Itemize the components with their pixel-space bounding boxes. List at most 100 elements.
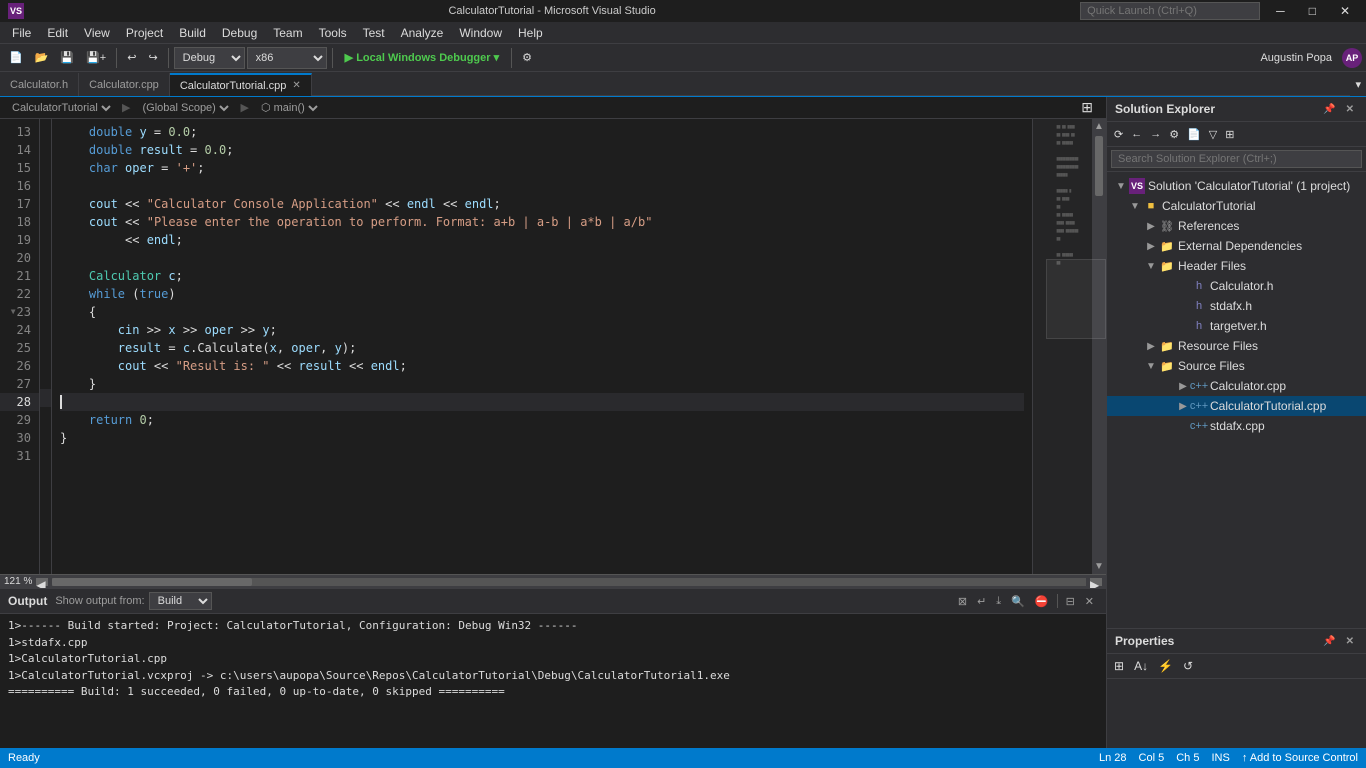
new-tab-button[interactable]: ▾ (1350, 73, 1366, 96)
sol-collapse-button[interactable]: ⊞ (1222, 126, 1237, 143)
references-expand-icon[interactable]: ▶ (1143, 221, 1159, 232)
sol-search-input[interactable] (1111, 150, 1362, 168)
prop-reset-button[interactable]: ↺ (1180, 657, 1196, 675)
tree-resource-files[interactable]: ▶ 📁 Resource Files (1107, 336, 1366, 356)
menu-help[interactable]: Help (510, 24, 551, 42)
output-stop-button[interactable]: ⛔ (1031, 593, 1053, 610)
tree-stdafx-h[interactable]: ▶ h stdafx.h (1107, 296, 1366, 316)
minimize-button[interactable]: ─ (1268, 4, 1293, 18)
scroll-left[interactable]: ◀ (36, 578, 48, 586)
menu-analyze[interactable]: Analyze (393, 24, 452, 42)
tree-calculatortutorial-cpp[interactable]: ▶ c++ CalculatorTutorial.cpp (1107, 396, 1366, 416)
menu-team[interactable]: Team (265, 24, 310, 42)
sol-forward-button[interactable]: → (1147, 126, 1164, 142)
sol-show-files-button[interactable]: 📄 (1184, 126, 1204, 143)
status-source-control[interactable]: ↑ Add to Source Control (1242, 752, 1358, 764)
restore-button[interactable]: □ (1301, 4, 1324, 18)
sol-pin-icon[interactable]: 📌 (1319, 102, 1339, 117)
output-source-select[interactable]: Build Debug (149, 592, 212, 610)
close-button[interactable]: ✕ (1332, 4, 1358, 18)
external-deps-expand-icon[interactable]: ▶ (1143, 241, 1159, 252)
tree-targetver-h[interactable]: ▶ h targetver.h (1107, 316, 1366, 336)
toolbar-misc1[interactable]: ⚙ (517, 48, 537, 67)
prop-pin-icon[interactable]: 📌 (1319, 634, 1339, 649)
tab-close-icon[interactable]: ✕ (292, 80, 300, 91)
output-scroll-button[interactable]: ⤓ (992, 593, 1005, 610)
code-scroll-area[interactable]: 13 14 15 16 17 18 19 20 21 22 ▼23 24 25 … (0, 119, 1106, 574)
platform-select[interactable]: x86 x64 (247, 47, 327, 69)
symbol-select[interactable]: ⬡ main() (257, 101, 321, 115)
menu-window[interactable]: Window (451, 24, 510, 42)
menu-tools[interactable]: Tools (311, 24, 355, 42)
project-scope-select[interactable]: CalculatorTutorial (8, 101, 114, 115)
line-num-25: 25 (0, 339, 39, 357)
tree-stdafx-cpp[interactable]: ▶ c++ stdafx.cpp (1107, 416, 1366, 436)
prop-events-button[interactable]: ⚡ (1155, 657, 1176, 675)
menu-build[interactable]: Build (171, 24, 214, 42)
toolbar-new[interactable]: 📄 (4, 48, 28, 67)
tab-calculator-cpp[interactable]: Calculator.cpp (79, 73, 170, 96)
toolbar-save-all[interactable]: 💾+ (81, 48, 111, 67)
scroll-thumb[interactable] (1095, 136, 1103, 196)
tree-external-deps[interactable]: ▶ 📁 External Dependencies (1107, 236, 1366, 256)
sol-filter-button[interactable]: ▽ (1206, 126, 1220, 143)
tree-source-files[interactable]: ▼ 📁 Source Files (1107, 356, 1366, 376)
calc-cpp-expand-icon[interactable]: ▶ (1175, 381, 1191, 392)
sol-sync-button[interactable]: ⟳ (1111, 126, 1126, 143)
user-avatar[interactable]: AP (1342, 48, 1362, 68)
scroll-down[interactable]: ▼ (1094, 561, 1104, 572)
run-button[interactable]: ▶ Local Windows Debugger ▾ (338, 48, 506, 67)
sol-back-button[interactable]: ← (1128, 126, 1145, 142)
tree-calculator-cpp[interactable]: ▶ c++ Calculator.cpp (1107, 376, 1366, 396)
menu-project[interactable]: Project (118, 24, 171, 42)
output-dock-button[interactable]: ⊟ (1062, 593, 1079, 610)
prop-categorized-button[interactable]: ⊞ (1111, 657, 1127, 675)
minimap: ██ ██ ████ ██ ████ ██ ██ ██████ ████████… (1032, 119, 1092, 574)
output-wrap-button[interactable]: ↵ (973, 593, 990, 610)
code-editor-content[interactable]: double y = 0.0; double result = 0.0; cha… (52, 119, 1032, 574)
prop-close-icon[interactable]: ✕ (1342, 634, 1358, 649)
toolbar-save[interactable]: 💾 (55, 48, 79, 67)
main-area: CalculatorTutorial ▶ (Global Scope) ▶ ⬡ … (0, 97, 1366, 748)
menu-view[interactable]: View (76, 24, 118, 42)
sol-close-icon[interactable]: ✕ (1342, 102, 1358, 117)
menu-file[interactable]: File (4, 24, 39, 42)
output-close-button[interactable]: ✕ (1081, 593, 1098, 610)
output-clear-button[interactable]: ⊠ (954, 593, 971, 610)
calctut-expand-icon[interactable]: ▶ (1175, 401, 1191, 412)
quick-launch-input[interactable] (1080, 2, 1260, 20)
scroll-right[interactable]: ▶ (1090, 578, 1102, 586)
debug-config-select[interactable]: Debug Release (174, 47, 245, 69)
header-files-expand-icon[interactable]: ▼ (1143, 261, 1159, 272)
tab-calculatortutorial-cpp[interactable]: CalculatorTutorial.cpp ✕ (170, 73, 312, 96)
tree-calculator-h[interactable]: ▶ h Calculator.h (1107, 276, 1366, 296)
tree-project[interactable]: ▼ ■ CalculatorTutorial (1107, 196, 1366, 216)
menu-edit[interactable]: Edit (39, 24, 76, 42)
output-find-button[interactable]: 🔍 (1007, 593, 1029, 610)
split-editor-button[interactable]: ⊞ (1076, 97, 1098, 119)
sol-props-button[interactable]: ⚙ (1166, 126, 1182, 143)
project-expand-icon[interactable]: ▼ (1127, 201, 1143, 212)
tree-header-files[interactable]: ▼ 📁 Header Files (1107, 256, 1366, 276)
line-num-13: 13 (0, 123, 39, 141)
scroll-up[interactable]: ▲ (1094, 121, 1104, 132)
indicator-column (40, 119, 52, 574)
prop-alphabetical-button[interactable]: A↓ (1131, 657, 1151, 675)
references-icon: ⛓ (1159, 218, 1175, 234)
tab-calculator-h[interactable]: Calculator.h (0, 73, 79, 96)
resource-files-expand-icon[interactable]: ▶ (1143, 341, 1159, 352)
menu-debug[interactable]: Debug (214, 24, 265, 42)
toolbar-undo[interactable]: ↩ (122, 48, 141, 67)
tree-solution[interactable]: ▼ VS Solution 'CalculatorTutorial' (1 pr… (1107, 176, 1366, 196)
toolbar-open[interactable]: 📂 (30, 48, 54, 67)
solution-expand-icon[interactable]: ▼ (1113, 181, 1129, 192)
vertical-scrollbar[interactable]: ▲ ▼ (1092, 119, 1106, 574)
h-scroll-thumb[interactable] (52, 578, 252, 586)
code-line-23: { (60, 303, 1024, 321)
tree-references[interactable]: ▶ ⛓ References (1107, 216, 1366, 236)
global-scope-select[interactable]: (Global Scope) (138, 101, 232, 115)
indicator-27 (40, 371, 51, 389)
source-files-expand-icon[interactable]: ▼ (1143, 361, 1159, 372)
menu-test[interactable]: Test (355, 24, 393, 42)
toolbar-redo[interactable]: ↪ (143, 48, 162, 67)
